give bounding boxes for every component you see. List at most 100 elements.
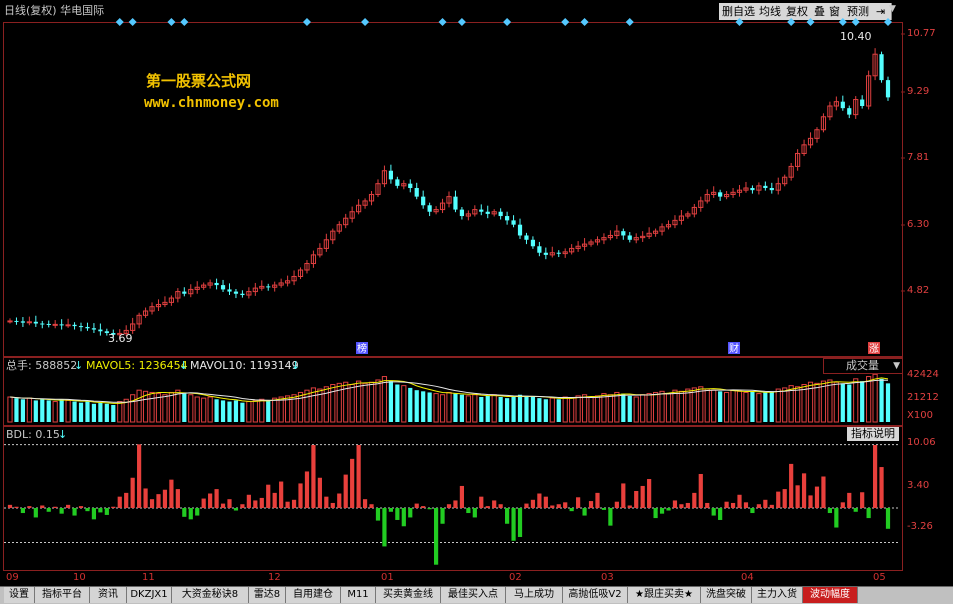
volume-bar xyxy=(388,381,393,422)
volume-bar xyxy=(220,400,226,422)
volume-bar xyxy=(85,401,90,422)
tab-3[interactable]: DKZJX1 xyxy=(127,587,172,603)
bdl-bar xyxy=(446,504,452,508)
tab-10[interactable]: 马上成功 xyxy=(506,587,563,603)
bdl-bar xyxy=(505,508,510,524)
volume-bar xyxy=(601,393,607,423)
volume-bar xyxy=(375,379,381,423)
candle-body xyxy=(65,324,71,327)
bdl-bar xyxy=(737,494,742,508)
volume-bar xyxy=(621,393,626,422)
bdl-bar xyxy=(78,506,84,508)
candle-body xyxy=(453,196,458,210)
volume-bar xyxy=(569,397,575,423)
signal-marker-icon xyxy=(851,18,860,26)
volume-bar xyxy=(401,385,407,423)
tab-14[interactable]: 主力入货 xyxy=(752,587,803,603)
volume-bar xyxy=(259,398,265,423)
tab-5[interactable]: 雷达8 xyxy=(249,587,286,603)
price-axis-label: 9.29 xyxy=(907,86,930,97)
candle-body xyxy=(530,239,536,247)
bdl-bar xyxy=(382,508,387,547)
bdl-bar xyxy=(408,508,413,518)
price-axis-label: 4.82 xyxy=(907,285,930,296)
volume-bar xyxy=(485,395,490,422)
volume-bar xyxy=(117,401,123,423)
bdl-bar xyxy=(162,489,168,508)
bdl-bar xyxy=(756,504,761,508)
date-axis-label: 03 xyxy=(601,572,614,583)
indicator-help-button[interactable]: 指标说明 xyxy=(847,427,899,441)
bdl-bar xyxy=(685,502,690,508)
bdl-bar xyxy=(847,492,852,508)
volume-bar xyxy=(149,391,155,423)
bdl-bar xyxy=(117,496,122,508)
bdl-bar xyxy=(46,508,51,512)
bdl-bar xyxy=(789,463,794,508)
bdl-bar xyxy=(698,473,703,508)
volume-bar xyxy=(240,402,245,422)
volume-bar xyxy=(33,400,38,422)
tab-6[interactable]: 自用建仓 xyxy=(286,587,341,603)
bdl-arrow-icon: ↓ xyxy=(58,428,68,441)
bdl-bar xyxy=(72,508,77,516)
volume-bar xyxy=(336,382,342,423)
candle-body xyxy=(498,211,503,217)
tab-2[interactable]: 资讯 xyxy=(90,587,127,603)
tab-15[interactable]: 波动幅度 xyxy=(803,587,858,603)
bdl-bar xyxy=(814,486,820,508)
signal-marker-icon xyxy=(838,18,847,26)
tab-13[interactable]: 洗盘突破 xyxy=(701,587,752,603)
tab-11[interactable]: 高抛低吸V2 xyxy=(563,587,628,603)
volume-bar xyxy=(356,380,362,423)
price-axis-label: 10.77 xyxy=(907,28,936,39)
tab-4[interactable]: 大资金秘诀8 xyxy=(172,587,249,603)
bdl-bar xyxy=(27,506,32,508)
bdl-bar xyxy=(453,500,458,508)
bdl-bar xyxy=(640,485,645,508)
volume-bar xyxy=(633,396,639,423)
volume-bar xyxy=(349,384,355,423)
volume-bar xyxy=(659,390,665,423)
bdl-bar xyxy=(279,481,284,508)
candle-body xyxy=(182,291,187,294)
bdl-bar xyxy=(679,504,684,508)
candle-body xyxy=(621,231,626,236)
volume-bar xyxy=(111,404,116,422)
bdl-bar xyxy=(337,493,342,508)
bdl-bar xyxy=(59,508,64,514)
candle-body xyxy=(414,188,419,197)
volume-bar xyxy=(252,399,258,423)
volume-bar xyxy=(575,395,581,423)
bdl-bar xyxy=(550,505,555,508)
bdl-bar xyxy=(601,508,607,510)
tab-1[interactable]: 指标平台 xyxy=(35,587,90,603)
volume-axis-label: X100 xyxy=(907,410,933,421)
volume-selector[interactable]: 成交量 ▼ xyxy=(823,358,903,374)
volume-bar xyxy=(323,386,329,423)
bdl-bar xyxy=(104,508,109,515)
candle-body xyxy=(505,216,510,221)
tab-0[interactable]: 设置 xyxy=(4,587,35,603)
bdl-bar xyxy=(517,508,523,537)
signal-marker-icon xyxy=(787,18,796,26)
bdl-bar xyxy=(821,476,826,508)
volume-bar xyxy=(530,397,536,422)
bdl-bar xyxy=(543,496,548,508)
volume-axis-label: 21212 xyxy=(907,392,939,403)
volume-bar xyxy=(233,400,239,422)
tab-8[interactable]: 买卖黄金线 xyxy=(376,587,441,603)
volume-bar xyxy=(427,392,432,422)
bdl-label: BDL: 0.15 xyxy=(6,428,60,441)
tab-7[interactable]: M11 xyxy=(341,587,376,603)
bdl-bar xyxy=(537,493,542,508)
signal-marker-icon xyxy=(167,18,176,26)
tab-9[interactable]: 最佳买入点 xyxy=(441,587,506,603)
date-axis-label: 11 xyxy=(142,572,155,583)
date-axis-label: 09 xyxy=(6,572,19,583)
bdl-bar xyxy=(808,495,813,508)
tab-12[interactable]: ★跟庄买卖★ xyxy=(628,587,701,603)
bdl-bar xyxy=(111,506,116,508)
volume-bar xyxy=(266,400,271,422)
volume-bar xyxy=(104,403,109,422)
